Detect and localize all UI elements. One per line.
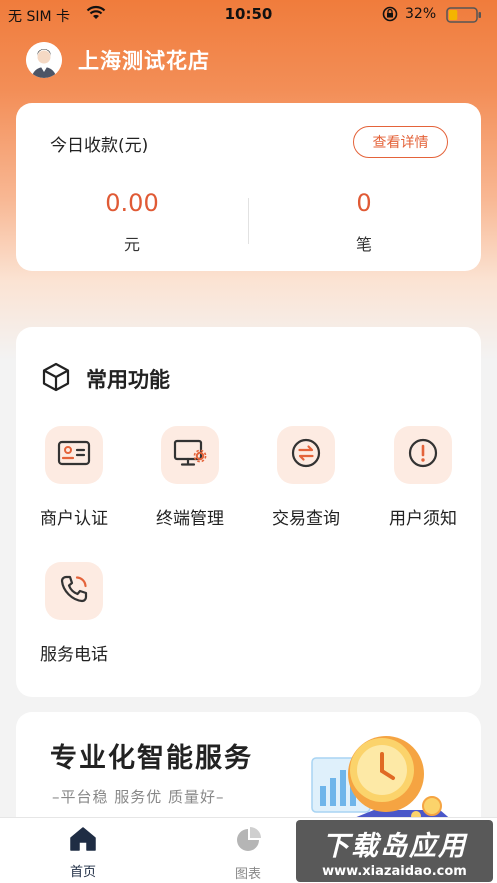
orientation-lock-icon (381, 5, 399, 27)
amount-unit: 元 (123, 235, 140, 254)
view-details-button[interactable]: 查看详情 (353, 126, 448, 158)
promo-banner[interactable]: 专业化智能服务 –平台稳 服务优 质量好– (16, 712, 481, 832)
watermark-logo: 下载岛应用 www.xiazaidao.com (296, 820, 493, 882)
amount-value: 0.00 (105, 189, 159, 217)
func-label: 服务电话 (40, 645, 108, 665)
functions-title: 常用功能 (86, 368, 170, 392)
amount-stat: 0.00 元 (16, 189, 248, 255)
store-header: 上海测试花店 (26, 40, 210, 80)
monitor-settings-icon (173, 438, 207, 472)
func-label: 交易查询 (272, 509, 340, 529)
today-receipts-card: 今日收款(元) 查看详情 0.00 元 0 笔 (16, 103, 481, 271)
watermark-main-text: 下载岛应用 (322, 830, 467, 862)
common-functions-card: 常用功能 商户认证 终端管理 交易查询 用户须知 服务电话 (16, 327, 481, 697)
pie-chart-icon (234, 826, 262, 858)
battery-percentage: 32% (405, 6, 437, 22)
count-stat: 0 笔 (248, 189, 480, 255)
status-bar: 无 SIM 卡 10:50 32% (0, 0, 497, 30)
exclamation-icon (407, 437, 439, 473)
func-label: 商户认证 (40, 509, 108, 529)
count-value: 0 (356, 189, 372, 217)
functions-header: 常用功能 (40, 361, 170, 397)
phone-icon (58, 573, 90, 609)
store-name: 上海测试花店 (78, 49, 210, 73)
func-merchant-verification[interactable]: 商户认证 (16, 426, 132, 529)
func-terminal-management[interactable]: 终端管理 (132, 426, 248, 529)
cube-icon (40, 361, 72, 397)
func-label: 用户须知 (389, 509, 457, 529)
tab-label: 首页 (69, 865, 96, 880)
clock-illustration (304, 724, 464, 832)
func-transaction-query[interactable]: 交易查询 (248, 426, 364, 529)
promo-title: 专业化智能服务 (50, 743, 253, 774)
promo-subtitle: –平台稳 服务优 质量好– (52, 788, 225, 806)
avatar[interactable] (26, 42, 62, 78)
func-label: 终端管理 (156, 509, 224, 529)
tab-charts[interactable]: 图表 (208, 826, 288, 882)
tab-home[interactable]: 首页 (43, 826, 123, 880)
func-service-phone[interactable]: 服务电话 (16, 562, 132, 665)
func-user-notice[interactable]: 用户须知 (365, 426, 481, 529)
count-unit: 笔 (355, 235, 372, 254)
watermark-url: www.xiazaidao.com (322, 863, 467, 879)
home-icon (69, 826, 97, 856)
id-card-icon (57, 439, 91, 471)
exchange-icon (290, 437, 322, 473)
battery-icon (446, 7, 482, 23)
tab-label: 图表 (234, 867, 261, 882)
today-receipts-title: 今日收款(元) (50, 136, 149, 156)
